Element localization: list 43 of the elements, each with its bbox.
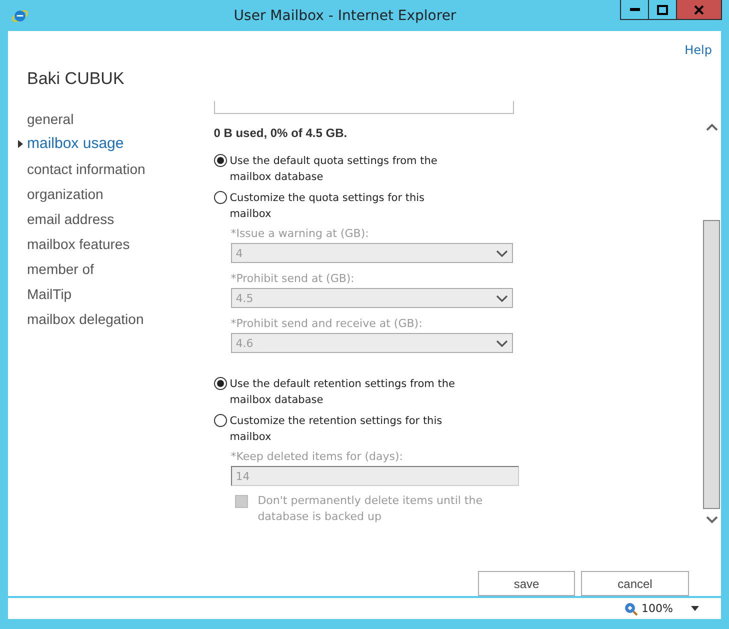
option-label: Customize the quota settings for this mailbox	[230, 191, 426, 222]
radio-button[interactable]	[214, 154, 227, 167]
field-label: *Prohibit send and receive at (GB):	[230, 317, 424, 330]
option-label: Customize the retention settings for this mailbox	[230, 414, 444, 445]
nav-item[interactable]: MailTip	[27, 286, 72, 302]
nav-item[interactable]: email address	[27, 210, 114, 226]
close-icon	[694, 4, 704, 14]
field-label: *Issue a warning at (GB):	[230, 227, 370, 240]
nav-item[interactable]: mailbox delegation	[27, 310, 144, 326]
close-button[interactable]	[676, 0, 722, 20]
maximize-icon	[657, 4, 668, 14]
nav-item[interactable]: mailbox usage	[27, 135, 124, 152]
usage-text: 0 B used, 0% of 4.5 GB.	[214, 126, 348, 140]
field-label: *Keep deleted items for (days):	[230, 450, 404, 463]
radio-button[interactable]	[214, 191, 227, 204]
nav-item[interactable]: mailbox features	[27, 236, 130, 252]
zoom-level[interactable]: 100%	[642, 602, 673, 615]
selected-arrow-icon	[18, 140, 23, 148]
radio-button[interactable]	[214, 414, 227, 427]
minimize-button[interactable]	[620, 0, 649, 20]
nav-item[interactable]: member of	[27, 260, 94, 276]
chevron-down-icon	[496, 250, 508, 256]
user-name: Baki CUBUK	[26, 68, 126, 90]
minimize-icon	[630, 8, 640, 12]
help-link[interactable]: Help	[684, 43, 712, 61]
window-title: User Mailbox - Internet Explorer	[232, 8, 458, 24]
nav-item[interactable]: organization	[27, 186, 104, 202]
cancel-button[interactable]: cancel	[581, 571, 689, 596]
nav-item[interactable]: contact information	[27, 160, 146, 176]
scroll-down-icon[interactable]	[706, 516, 718, 524]
chevron-down-icon	[496, 340, 508, 346]
option-label: Use the default retention settings from the mailbox database	[230, 377, 456, 408]
dropdown-caret-icon[interactable]	[691, 606, 699, 611]
option-label: Use the default quota settings from the mailbox database	[230, 154, 438, 185]
scrollbar-thumb[interactable]	[703, 220, 720, 509]
field-label: *Prohibit send at (GB):	[230, 272, 356, 285]
zoom-icon[interactable]	[624, 602, 638, 616]
chevron-down-icon	[496, 294, 508, 302]
radio-button[interactable]	[214, 377, 227, 390]
checkbox-label: Don't permanently delete items until the database is backed up	[258, 493, 484, 525]
save-button[interactable]: save	[478, 571, 575, 596]
scroll-up-icon[interactable]	[706, 123, 718, 131]
nav-item[interactable]: general	[27, 110, 74, 126]
